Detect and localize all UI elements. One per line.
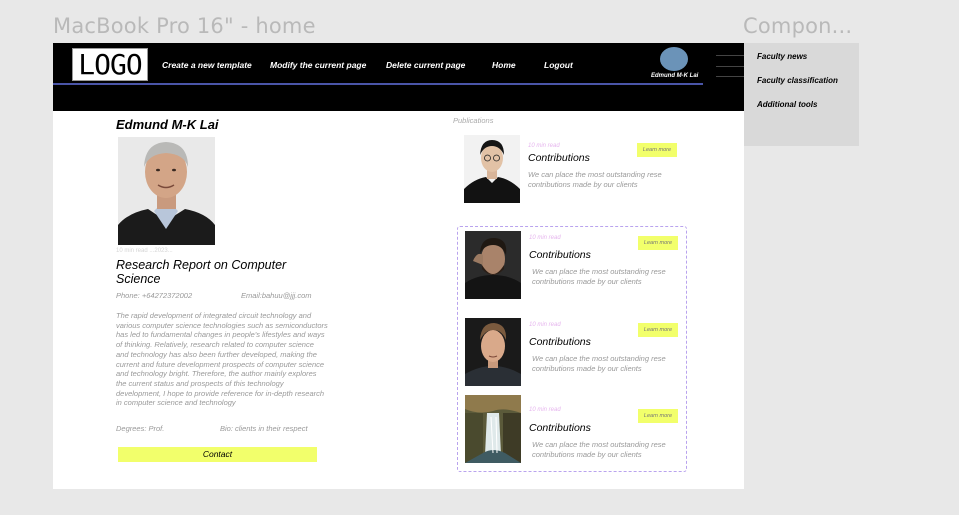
phone-text: Phone: +64272372002	[116, 291, 193, 300]
photo-caption: 10 min read ...2023...	[116, 248, 173, 254]
publication-card: 10 min read Contributions We can place t…	[465, 393, 695, 465]
learn-more-button[interactable]: Learn more	[638, 323, 678, 337]
author-portrait	[118, 137, 215, 245]
card-description: We can place the most outstanding rese c…	[532, 354, 666, 373]
publication-card: 10 min read Contributions We can place t…	[465, 229, 695, 301]
card-title: Contributions	[528, 152, 590, 164]
user-avatar[interactable]	[660, 47, 688, 71]
publication-thumbnail	[465, 395, 521, 463]
nav-modify-page[interactable]: Modify the current page	[270, 60, 366, 70]
read-time: 10 min read	[529, 322, 561, 328]
card-title: Contributions	[529, 249, 591, 261]
publication-card: 10 min read Contributions We can place t…	[464, 133, 694, 205]
degrees-text: Degrees: Prof.	[116, 424, 165, 433]
publications-group: 10 min read Contributions We can place t…	[457, 226, 687, 472]
learn-more-button[interactable]: Learn more	[638, 236, 678, 250]
read-time: 10 min read	[528, 143, 560, 149]
home-page-artboard: LOGO Create a new template Modify the cu…	[53, 43, 744, 489]
publication-thumbnail	[465, 231, 521, 299]
dropdown-additional-tools[interactable]: Additional tools	[757, 100, 817, 109]
report-title: Research Report on Computer Science	[116, 258, 287, 286]
publication-card: 10 min read Contributions We can place t…	[465, 316, 695, 388]
dropdown-faculty-news[interactable]: Faculty news	[757, 52, 807, 61]
header-divider-line	[53, 83, 703, 85]
author-name: Edmund M-K Lai	[116, 117, 219, 132]
nav-create-template[interactable]: Create a new template	[162, 60, 252, 70]
email-text: Email:bahuu@jjj.com	[241, 291, 312, 300]
learn-more-button[interactable]: Learn more	[638, 409, 678, 423]
bio-text: Bio: clients in their respect	[220, 424, 308, 433]
user-dropdown-panel: Faculty news Faculty classification Addi…	[744, 43, 859, 146]
connector-line	[716, 55, 744, 56]
learn-more-button[interactable]: Learn more	[637, 143, 677, 157]
frame-title-home: MacBook Pro 16" - home	[53, 14, 316, 38]
nav-logout[interactable]: Logout	[544, 60, 573, 70]
publication-thumbnail	[465, 318, 521, 386]
frame-title-component: Compon...	[743, 14, 853, 38]
read-time: 10 min read	[529, 235, 561, 241]
card-description: We can place the most outstanding rese c…	[532, 267, 666, 286]
user-name: Edmund M-K Lai	[651, 73, 699, 79]
site-logo[interactable]: LOGO	[72, 48, 148, 81]
dropdown-faculty-classification[interactable]: Faculty classification	[757, 76, 838, 85]
card-description: We can place the most outstanding rese c…	[528, 170, 662, 189]
top-navigation-bar: LOGO Create a new template Modify the cu…	[53, 43, 744, 111]
read-time: 10 min read	[529, 407, 561, 413]
nav-home[interactable]: Home	[492, 60, 516, 70]
publications-label: Publications	[453, 116, 494, 125]
connector-line	[716, 66, 744, 67]
publication-thumbnail	[464, 135, 520, 203]
contact-button[interactable]: Contact	[118, 447, 317, 462]
nav-delete-page[interactable]: Delete current page	[386, 60, 465, 70]
card-title: Contributions	[529, 336, 591, 348]
connector-line	[716, 76, 744, 77]
card-description: We can place the most outstanding rese c…	[532, 440, 666, 459]
report-description: The rapid development of integrated circ…	[116, 311, 328, 408]
card-title: Contributions	[529, 422, 591, 434]
